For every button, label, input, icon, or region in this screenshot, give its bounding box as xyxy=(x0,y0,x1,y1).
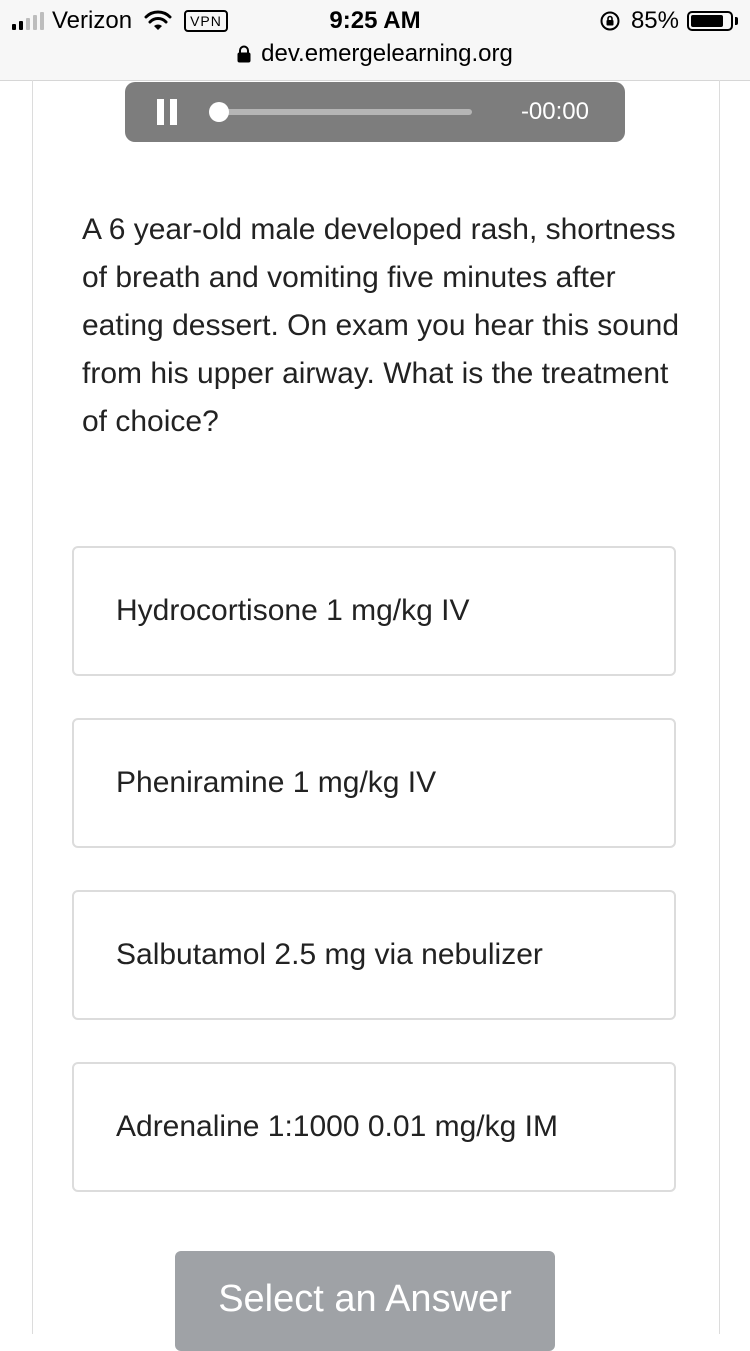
pause-icon-bar xyxy=(170,99,177,125)
rotation-lock-icon xyxy=(600,11,620,31)
lock-icon xyxy=(237,45,251,63)
audio-player[interactable]: -00:00 xyxy=(125,82,625,142)
answer-option[interactable]: Salbutamol 2.5 mg via nebulizer xyxy=(72,890,676,1020)
answer-option-label: Hydrocortisone 1 mg/kg IV xyxy=(116,594,470,627)
answer-option-label: Salbutamol 2.5 mg via nebulizer xyxy=(116,938,543,971)
status-right: 85% xyxy=(599,6,738,36)
time-remaining: -00:00 xyxy=(520,98,589,125)
answer-option-label: Pheniramine 1 mg/kg IV xyxy=(116,766,437,799)
answer-option-label: Adrenaline 1:1000 0.01 mg/kg IM xyxy=(116,1110,558,1143)
status-bar: Verizon VPN 9:25 AM 85% dev.emergelearni… xyxy=(0,0,750,81)
answer-option[interactable]: Pheniramine 1 mg/kg IV xyxy=(72,718,676,848)
select-answer-button[interactable]: Select an Answer xyxy=(175,1251,555,1351)
battery-icon xyxy=(687,11,733,31)
battery-nub xyxy=(735,17,738,25)
address-bar[interactable]: dev.emergelearning.org xyxy=(0,38,750,70)
question-text: A 6 year-old male developed rash, shortn… xyxy=(82,213,680,438)
seek-handle[interactable] xyxy=(209,102,229,122)
answer-option[interactable]: Adrenaline 1:1000 0.01 mg/kg IM xyxy=(72,1062,676,1192)
battery-percent: 85% xyxy=(630,7,679,34)
pause-button[interactable] xyxy=(157,99,177,125)
url-text[interactable]: dev.emergelearning.org xyxy=(261,40,513,68)
seek-bar[interactable] xyxy=(217,109,472,115)
answer-option[interactable]: Hydrocortisone 1 mg/kg IV xyxy=(72,546,676,676)
pause-icon-bar xyxy=(157,99,164,125)
